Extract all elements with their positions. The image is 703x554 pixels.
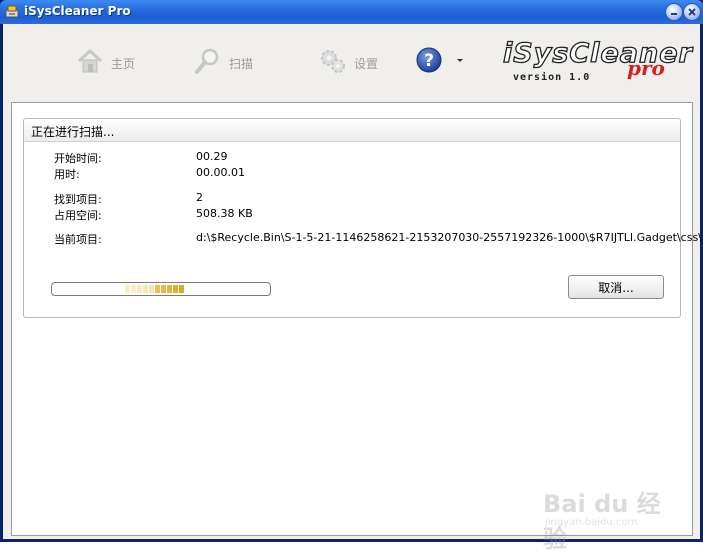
gears-icon [321, 50, 345, 73]
home-button[interactable]: 主页 [75, 46, 155, 76]
watermark-url: jingyan.baidu.com [545, 517, 638, 528]
home-icon [77, 48, 103, 73]
scan-progress-group: 正在进行扫描... 开始时间: 00.29 用时: 00.00.01 找到项目:… [23, 118, 702, 318]
help-icon[interactable]: ? [416, 47, 442, 73]
items-found-value: 2 [196, 191, 203, 204]
progress-segment [179, 285, 184, 293]
content-panel: 正在进行扫描... 开始时间: 00.29 用时: 00.00.01 找到项目:… [11, 102, 702, 536]
progress-segment [137, 285, 142, 293]
scan-button[interactable]: 扫描 [193, 46, 273, 76]
cancel-button[interactable]: 取消... [568, 275, 664, 299]
progress-segment [125, 285, 130, 293]
elapsed-label: 用时: [54, 168, 80, 181]
svg-text:?: ? [424, 51, 434, 71]
progress-segment [143, 285, 148, 293]
close-button[interactable] [683, 3, 701, 21]
progress-segment [167, 285, 172, 293]
settings-label: 设置 [354, 57, 379, 71]
scan-progress-bar [51, 282, 271, 296]
scan-status-title: 正在进行扫描... [31, 125, 115, 139]
current-item-path: d:\$Recycle.Bin\S-1-5-21-1146258621-2153… [196, 231, 702, 244]
start-time-label: 开始时间: [54, 152, 102, 165]
watermark: Bai du 经验 jingyan.baidu.com [543, 484, 683, 553]
space-used-label: 占用空间: [54, 209, 102, 222]
logo-pro: pro [627, 56, 665, 80]
progress-segment [149, 285, 154, 293]
toolbar: 主页 扫描 设置 ? iSysCleaner pro version 1.0 [3, 24, 700, 100]
settings-button[interactable]: 设置 [318, 46, 398, 76]
logo-version: version 1.0 [513, 72, 591, 83]
client-area: 主页 扫描 设置 ? iSysCleaner pro version 1.0 正… [3, 24, 702, 553]
close-icon [688, 8, 696, 16]
minimize-icon [671, 13, 677, 15]
magnifier-icon [195, 48, 219, 74]
progress-segment [155, 285, 160, 293]
app-window: iSysCleaner Pro 主页 扫描 设置 ? iSysCleaner p… [0, 0, 703, 553]
progress-fill [125, 285, 184, 293]
home-label: 主页 [111, 57, 136, 71]
start-time-value: 00.29 [196, 150, 228, 163]
chevron-down-icon[interactable] [455, 57, 465, 65]
space-used-value: 508.38 KB [196, 207, 253, 220]
progress-segment [173, 285, 178, 293]
app-logo: iSysCleaner pro version 1.0 [502, 37, 693, 98]
progress-segment [161, 285, 166, 293]
progress-segment [131, 285, 136, 293]
minimize-button[interactable] [665, 3, 683, 21]
elapsed-value: 00.00.01 [196, 166, 245, 179]
items-found-label: 找到项目: [54, 193, 102, 206]
group-header: 正在进行扫描... [24, 119, 680, 142]
app-icon [5, 5, 19, 18]
window-title: iSysCleaner Pro [24, 4, 131, 18]
scan-label: 扫描 [229, 57, 254, 71]
title-bar[interactable]: iSysCleaner Pro [0, 0, 703, 24]
current-item-label: 当前项目: [54, 233, 102, 246]
